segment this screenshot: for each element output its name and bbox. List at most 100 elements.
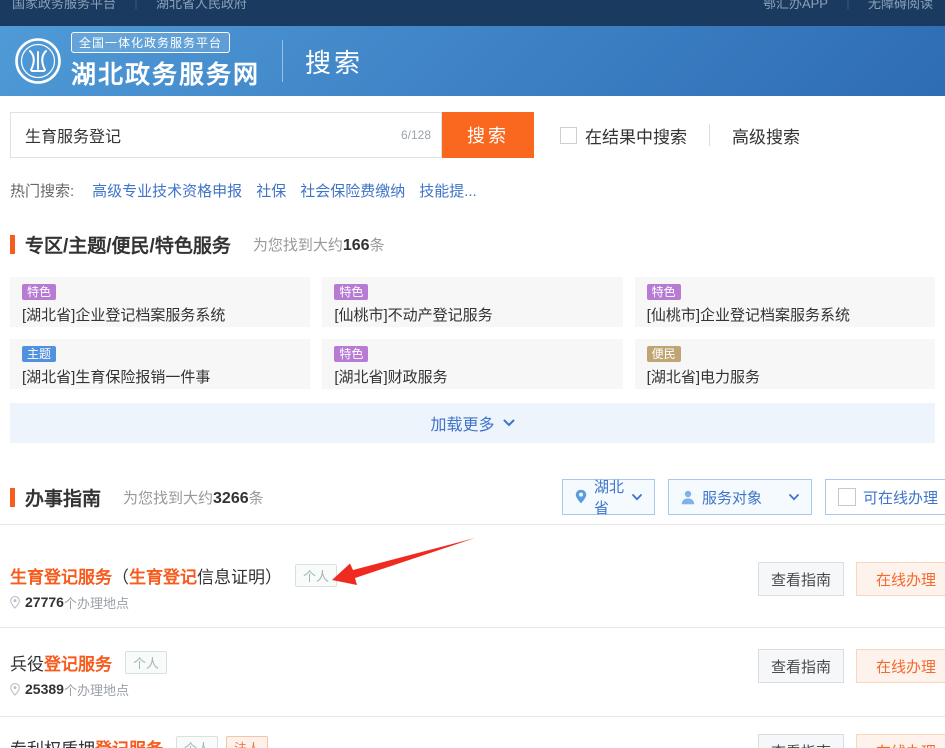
- count-prefix: 为您找到大约: [123, 490, 213, 507]
- card-title: [仙桃市]企业登记档案服务系统: [647, 304, 923, 325]
- header-divider: [282, 40, 283, 82]
- card-tag-badge: 特色: [22, 284, 56, 300]
- guide-result-count: 为您找到大约3266条: [123, 487, 264, 508]
- page-title: 搜索: [305, 43, 363, 80]
- link-hubei-gov[interactable]: 湖北省人民政府: [156, 0, 247, 14]
- site-name: 湖北政务服务网: [71, 55, 260, 91]
- vertical-divider: [709, 124, 710, 146]
- zone-card[interactable]: 便民 [湖北省]电力服务: [635, 339, 935, 389]
- card-title: [湖北省]财政服务: [334, 366, 610, 387]
- chevron-down-icon: [789, 494, 799, 501]
- view-guide-button[interactable]: 查看指南: [758, 734, 844, 748]
- platform-badge: 全国一体化政务服务平台: [71, 32, 230, 53]
- hot-link[interactable]: 社会保险费缴纳: [300, 180, 405, 201]
- person-icon: [681, 490, 695, 505]
- result-title-highlight[interactable]: 生育登记服务: [10, 563, 112, 588]
- top-utility-bar: 国家政务服务平台 ｜ 湖北省人民政府 鄂汇办APP ｜ 无障碍阅读: [0, 0, 945, 26]
- section-accent-bar: [10, 488, 15, 507]
- card-tag-badge: 特色: [334, 284, 368, 300]
- topbar-separator: ｜: [130, 0, 142, 14]
- online-available-toggle[interactable]: 可在线办理: [825, 479, 945, 515]
- guide-section-header: 办事指南 为您找到大约3266条 湖北省: [10, 479, 945, 515]
- location-suffix: 个办理地点: [64, 593, 129, 612]
- view-guide-button[interactable]: 查看指南: [758, 649, 844, 683]
- hot-search-label: 热门搜索:: [10, 180, 74, 201]
- card-tag-badge: 主题: [22, 346, 56, 362]
- count-suffix: 条: [370, 237, 385, 254]
- location-pin-icon: [10, 596, 20, 609]
- result-title-text[interactable]: 信息证明）: [197, 563, 282, 588]
- site-header: 全国一体化政务服务平台 湖北政务服务网 搜索: [0, 26, 945, 96]
- audience-filter-label: 服务对象: [702, 487, 762, 508]
- online-handle-button[interactable]: 在线办理: [856, 734, 945, 748]
- section-accent-bar: [10, 235, 15, 254]
- zones-section-title: 专区/主题/便民/特色服务: [25, 231, 231, 258]
- topbar-separator: ｜: [842, 0, 854, 14]
- link-ehuiban-app[interactable]: 鄂汇办APP: [763, 0, 828, 14]
- location-pin-icon: [10, 683, 20, 696]
- link-accessibility[interactable]: 无障碍阅读: [868, 0, 933, 14]
- zone-card[interactable]: 特色 [湖北省]企业登记档案服务系统: [10, 277, 310, 327]
- zone-card[interactable]: 主题 [湖北省]生育保险报销一件事: [10, 339, 310, 389]
- search-result-row: 专利权质押 登记服务 个人 法人 查看指南 在线办理: [10, 717, 945, 748]
- location-pin-icon: [575, 489, 587, 505]
- audience-filter-dropdown[interactable]: 服务对象: [668, 479, 812, 515]
- count-prefix: 为您找到大约: [253, 237, 343, 254]
- count-number: 3266: [213, 490, 249, 507]
- hot-link[interactable]: 技能提...: [419, 180, 477, 201]
- checkbox-icon[interactable]: [560, 127, 577, 144]
- result-title-text[interactable]: 兵役: [10, 650, 44, 675]
- card-tag-badge: 特色: [334, 346, 368, 362]
- search-result-row: 兵役 登记服务 个人 25389 个办理地点 查看指南 在线办理: [10, 628, 945, 698]
- search-input[interactable]: [11, 114, 371, 156]
- zone-card[interactable]: 特色 [仙桃市]不动产登记服务: [322, 277, 622, 327]
- link-national-platform[interactable]: 国家政务服务平台: [12, 0, 116, 14]
- zone-card[interactable]: 特色 [仙桃市]企业登记档案服务系统: [635, 277, 935, 327]
- card-tag-badge: 特色: [647, 284, 681, 300]
- card-title: [仙桃市]不动产登记服务: [334, 304, 610, 325]
- location-count: 27776: [25, 594, 64, 610]
- search-in-results-toggle[interactable]: 在结果中搜索: [560, 123, 687, 148]
- zone-cards-grid: 特色 [湖北省]企业登记档案服务系统 特色 [仙桃市]不动产登记服务 特色 [仙…: [10, 277, 935, 389]
- view-guide-button[interactable]: 查看指南: [758, 562, 844, 596]
- result-title-highlight[interactable]: 登记服务: [95, 735, 163, 748]
- advanced-search-link[interactable]: 高级搜索: [732, 123, 800, 148]
- zone-card[interactable]: 特色 [湖北省]财政服务: [322, 339, 622, 389]
- search-button[interactable]: 搜索: [442, 112, 534, 158]
- result-title-highlight[interactable]: 登记服务: [44, 650, 112, 675]
- location-suffix: 个办理地点: [64, 680, 129, 699]
- card-title: [湖北省]电力服务: [647, 366, 923, 387]
- search-in-results-label: 在结果中搜索: [585, 123, 687, 148]
- online-available-label: 可在线办理: [863, 487, 938, 508]
- audience-tag-person: 个人: [295, 564, 337, 587]
- checkbox-icon[interactable]: [838, 488, 856, 506]
- guide-section-title: 办事指南: [25, 484, 101, 511]
- chevron-down-icon: [503, 419, 515, 427]
- count-suffix: 条: [249, 490, 264, 507]
- search-result-row: 生育登记服务 （ 生育登记 信息证明） 个人 27776 个办理地点 查看指南 …: [10, 525, 945, 611]
- zones-section-header: 专区/主题/便民/特色服务 为您找到大约166条: [10, 231, 945, 257]
- hot-link[interactable]: 高级专业技术资格申报: [92, 180, 242, 201]
- chevron-down-icon: [632, 494, 642, 501]
- char-counter: 6/128: [401, 128, 431, 142]
- region-filter-dropdown[interactable]: 湖北省: [562, 479, 655, 515]
- emblem-icon: [14, 37, 62, 85]
- result-title-text[interactable]: 专利权质押: [10, 735, 95, 748]
- audience-tag-person: 个人: [125, 651, 167, 674]
- card-title: [湖北省]企业登记档案服务系统: [22, 304, 298, 325]
- region-filter-label: 湖北省: [594, 476, 624, 518]
- load-more-label: 加载更多: [430, 411, 494, 435]
- online-handle-button[interactable]: 在线办理: [856, 649, 945, 683]
- load-more-button[interactable]: 加载更多: [10, 403, 935, 443]
- site-logo[interactable]: 全国一体化政务服务平台 湖北政务服务网: [14, 32, 260, 91]
- result-title-highlight[interactable]: 生育登记: [129, 563, 197, 588]
- search-box: 6/128: [10, 112, 442, 158]
- card-title: [湖北省]生育保险报销一件事: [22, 366, 298, 387]
- zones-result-count: 为您找到大约166条: [253, 234, 385, 255]
- hot-link[interactable]: 社保: [256, 180, 286, 201]
- audience-tag-legal: 法人: [226, 736, 268, 748]
- location-count: 25389: [25, 681, 64, 697]
- result-title-text[interactable]: （: [112, 563, 129, 588]
- count-number: 166: [343, 237, 370, 254]
- online-handle-button[interactable]: 在线办理: [856, 562, 945, 596]
